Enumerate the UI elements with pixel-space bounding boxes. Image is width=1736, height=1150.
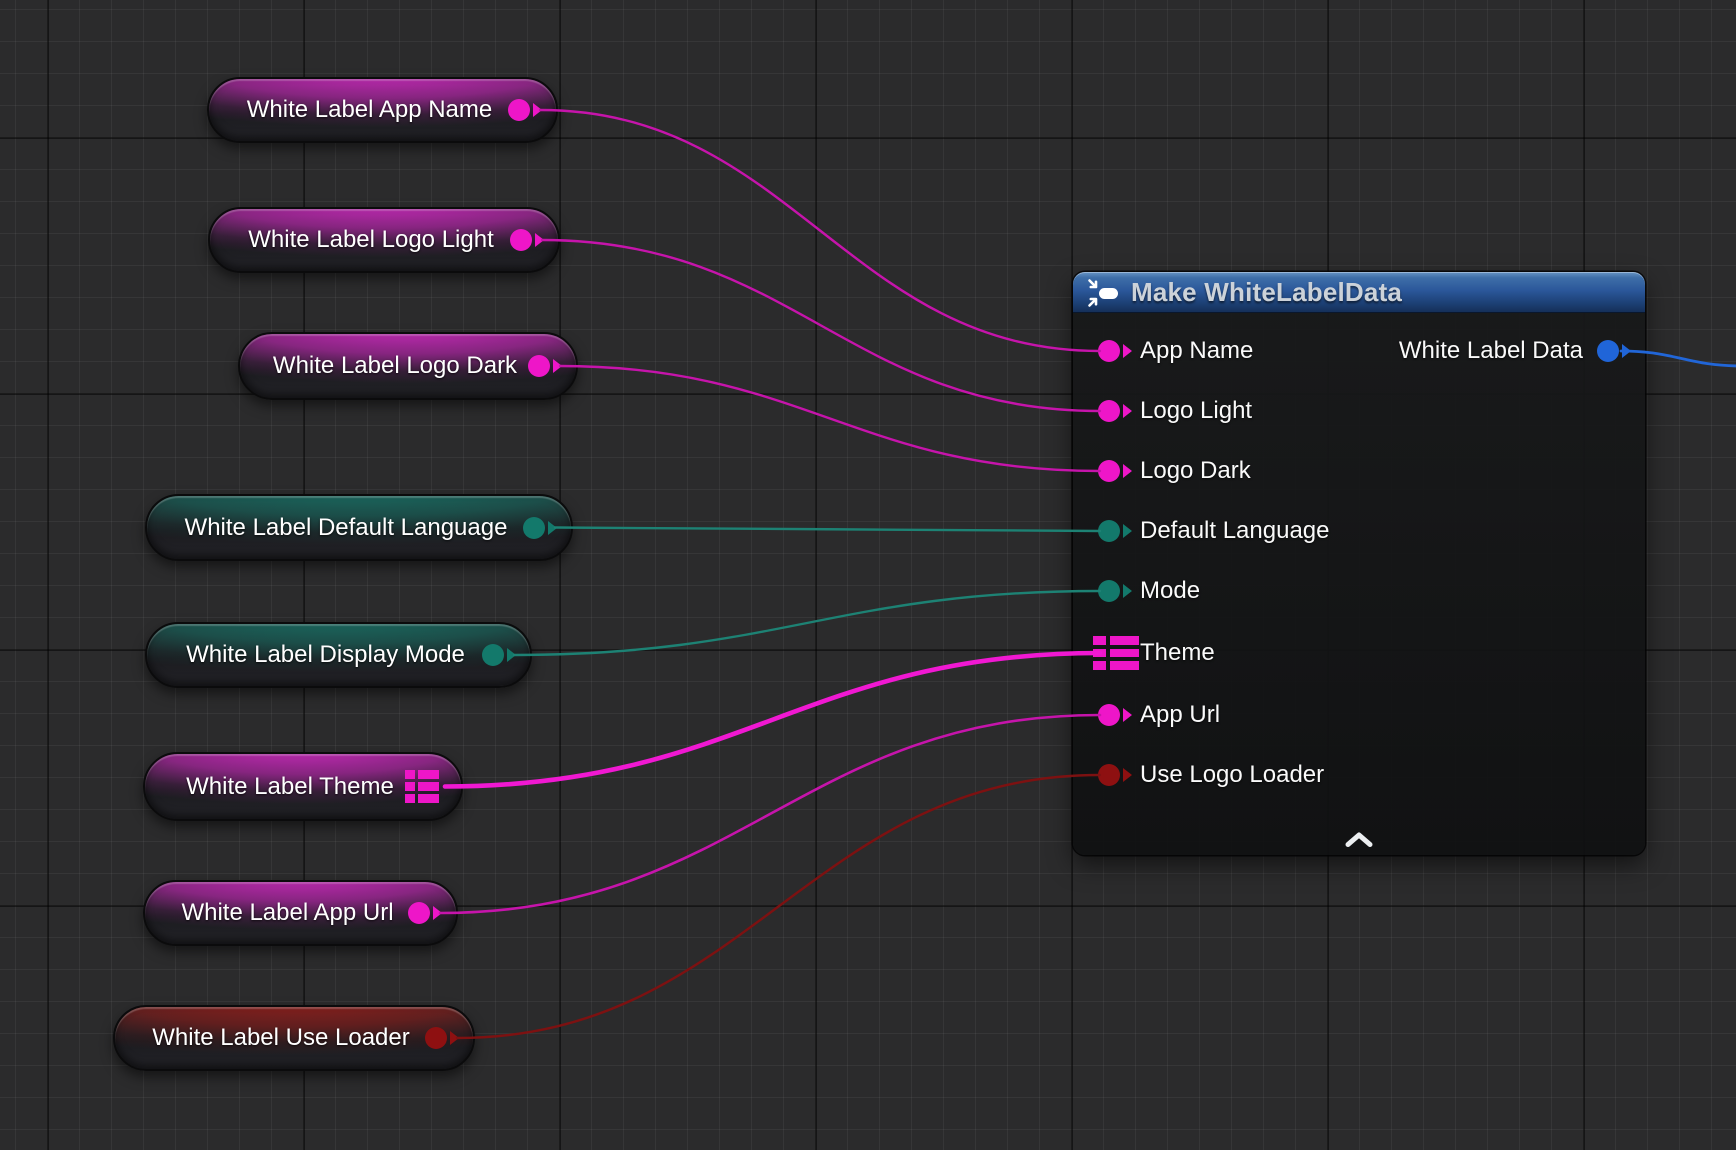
var-logo-dark-node[interactable]: White Label Logo Dark: [238, 332, 578, 400]
output-pin-row: White Label Data: [1399, 334, 1619, 368]
var-theme-output-pin[interactable]: [405, 770, 439, 804]
pin-slot: [1093, 636, 1140, 670]
blueprint-graph-canvas[interactable]: Make WhiteLabelData App Name Logo Light Lo…: [0, 0, 1736, 1150]
variable-label: White Label Display Mode: [147, 641, 530, 669]
struct-pin-block: [418, 782, 439, 791]
in-default-language-row: Default Language: [1093, 514, 1330, 548]
struct-pin-block: [1110, 636, 1139, 645]
var-app-name-node[interactable]: White Label App Name: [207, 77, 558, 143]
var-logo-light-output-pin[interactable]: [510, 229, 532, 251]
in-default-language-pin[interactable]: [1098, 520, 1120, 542]
pin-slot: [1093, 758, 1140, 792]
pin-slot: [1093, 334, 1140, 368]
struct-pin-block: [1093, 649, 1106, 658]
node-header[interactable]: Make WhiteLabelData: [1073, 272, 1645, 313]
struct-pin-block: [418, 770, 439, 779]
variable-label: White Label Default Language: [147, 514, 571, 542]
pin-slot: [1093, 394, 1140, 428]
in-app-url-label: App Url: [1140, 701, 1220, 729]
in-mode-row: Mode: [1093, 574, 1200, 608]
in-app-name-label: App Name: [1140, 337, 1253, 365]
var-app-name-output-pin[interactable]: [508, 99, 530, 121]
output-pin-label: White Label Data: [1399, 337, 1583, 365]
struct-pin-block: [1093, 661, 1106, 670]
make-whitelabeldata-node[interactable]: Make WhiteLabelData App Name Logo Light Lo…: [1073, 272, 1645, 855]
var-theme-node[interactable]: White Label Theme: [143, 752, 463, 821]
in-logo-light-row: Logo Light: [1093, 394, 1252, 428]
in-logo-light-pin[interactable]: [1098, 400, 1120, 422]
struct-pin-block: [405, 794, 415, 803]
struct-pin-block: [405, 782, 415, 791]
in-use-logo-loader-row: Use Logo Loader: [1093, 758, 1324, 792]
in-app-url-pin[interactable]: [1098, 704, 1120, 726]
in-logo-dark-label: Logo Dark: [1140, 457, 1251, 485]
in-use-logo-loader-label: Use Logo Loader: [1140, 761, 1324, 789]
in-logo-light-label: Logo Light: [1140, 397, 1252, 425]
pin-slot: [1093, 698, 1140, 732]
var-logo-light-node[interactable]: White Label Logo Light: [208, 207, 560, 273]
white-label-data-output-pin[interactable]: [1597, 340, 1619, 362]
struct-pin-block: [418, 794, 439, 803]
var-logo-dark-output-pin[interactable]: [528, 355, 550, 377]
in-logo-dark-pin[interactable]: [1098, 460, 1120, 482]
variable-label: White Label Logo Dark: [240, 352, 576, 380]
var-app-url-output-pin[interactable]: [408, 902, 430, 924]
in-theme-label: Theme: [1140, 639, 1215, 667]
pin-slot: [1093, 454, 1140, 488]
variable-label: White Label Use Loader: [115, 1024, 473, 1052]
var-default-language-node[interactable]: White Label Default Language: [145, 494, 573, 561]
pin-slot: [1093, 574, 1140, 608]
collapse-node-button[interactable]: [1344, 831, 1374, 849]
var-display-mode-output-pin[interactable]: [482, 644, 504, 666]
var-use-loader-output-pin[interactable]: [425, 1027, 447, 1049]
var-use-loader-node[interactable]: White Label Use Loader: [113, 1005, 475, 1071]
in-logo-dark-row: Logo Dark: [1093, 454, 1251, 488]
in-default-language-label: Default Language: [1140, 517, 1330, 545]
in-theme-pin[interactable]: [1093, 636, 1139, 670]
variable-label: White Label Logo Light: [210, 226, 558, 254]
node-layer: Make WhiteLabelData App Name Logo Light Lo…: [0, 0, 1736, 1150]
struct-pin-block: [1110, 661, 1139, 670]
variable-label: White Label App Name: [209, 96, 556, 124]
in-app-name-pin[interactable]: [1098, 340, 1120, 362]
node-title: Make WhiteLabelData: [1131, 277, 1402, 308]
var-default-language-output-pin[interactable]: [523, 517, 545, 539]
struct-pin-block: [1110, 649, 1139, 658]
struct-pin-block: [1093, 636, 1106, 645]
in-mode-label: Mode: [1140, 577, 1200, 605]
chevron-up-icon: [1344, 831, 1374, 849]
var-app-url-node[interactable]: White Label App Url: [143, 880, 458, 946]
in-app-name-row: App Name: [1093, 334, 1253, 368]
struct-pin-block: [405, 770, 415, 779]
in-app-url-row: App Url: [1093, 698, 1220, 732]
var-display-mode-node[interactable]: White Label Display Mode: [145, 622, 532, 688]
in-use-logo-loader-pin[interactable]: [1098, 764, 1120, 786]
in-theme-row: Theme: [1093, 636, 1215, 670]
pin-slot: [1093, 514, 1140, 548]
make-struct-icon: [1087, 278, 1121, 308]
in-mode-pin[interactable]: [1098, 580, 1120, 602]
